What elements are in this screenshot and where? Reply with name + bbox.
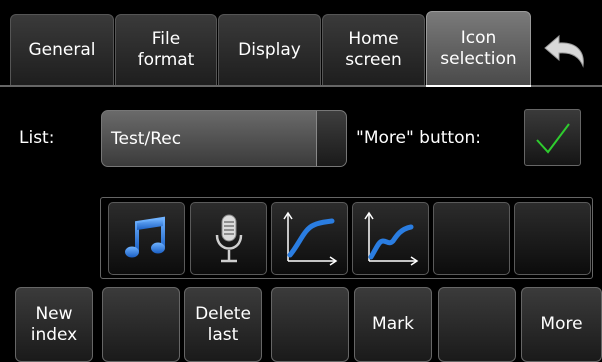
new-index-button[interactable]: New index [15,287,93,362]
blank-button-1[interactable] [102,287,180,362]
blank-button-3[interactable] [438,287,516,362]
more-button[interactable]: More [521,287,602,362]
active-tab-indicator [426,85,531,87]
microphone-icon [215,214,242,262]
dropdown-handle[interactable] [316,111,346,166]
mark-button[interactable]: Mark [354,287,432,362]
music-note-icon [124,216,165,257]
delete-last-button[interactable]: Delete last [184,287,262,362]
checkmark-icon [535,122,570,154]
undo-arrow-icon [544,34,584,68]
icon-slot-curve-stepped[interactable] [352,202,429,275]
tab-home-screen[interactable]: Home screen [322,14,425,86]
curve-stepped-icon [363,211,418,266]
list-dropdown[interactable]: Test/Rec [101,110,347,167]
tab-display[interactable]: Display [218,14,321,86]
back-button[interactable] [534,14,602,86]
icon-slot-music[interactable] [108,202,185,275]
tab-general[interactable]: General [10,14,114,86]
list-dropdown-value: Test/Rec [111,128,182,149]
icon-slot-empty-2[interactable] [514,202,591,275]
icon-slot-curve-smooth[interactable] [271,202,348,275]
blank-button-2[interactable] [271,287,349,362]
list-label: List: [19,128,55,148]
icon-slot-microphone[interactable] [190,202,267,275]
icon-slot-empty-1[interactable] [433,202,510,275]
more-button-checkbox[interactable] [524,109,581,166]
tab-icon-selection[interactable]: Icon selection [426,11,531,86]
curve-smooth-icon [282,211,337,266]
tab-file-format[interactable]: File format [115,14,217,86]
more-button-label: "More" button: [356,128,481,148]
